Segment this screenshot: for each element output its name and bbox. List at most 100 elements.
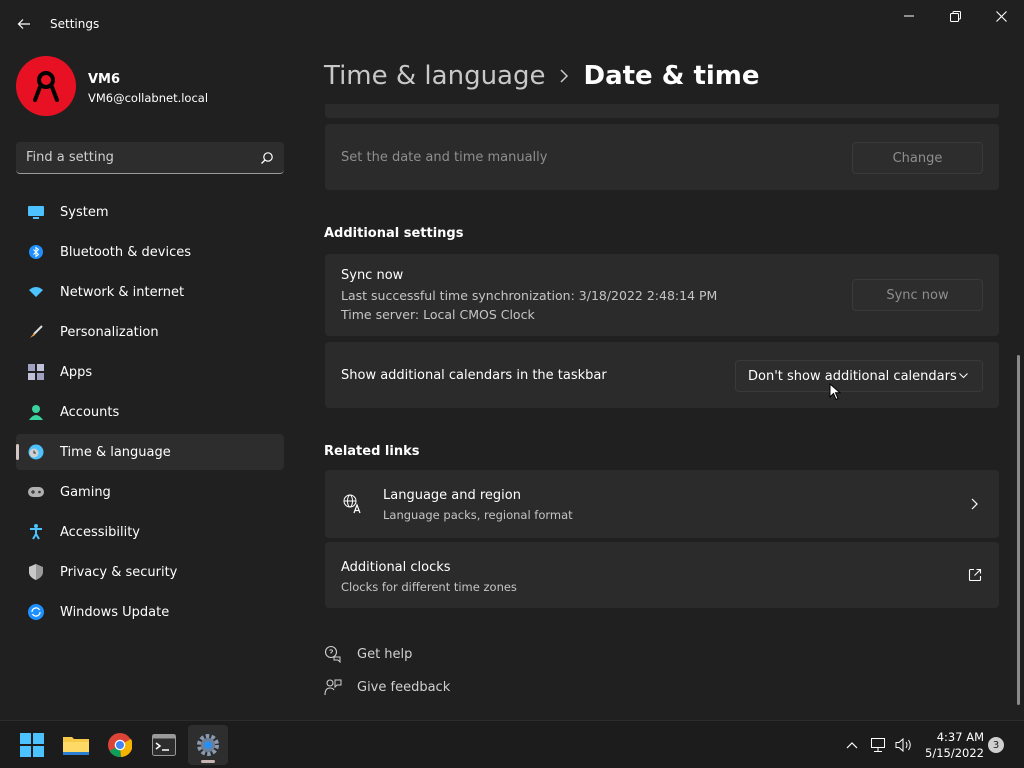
- get-help-label: Get help: [357, 646, 413, 662]
- brush-icon: [28, 324, 44, 340]
- sidebar-item-system[interactable]: System: [16, 194, 284, 230]
- apps-icon: [28, 364, 44, 380]
- terminal-icon: [152, 734, 176, 756]
- sync-now-button[interactable]: Sync now: [852, 279, 983, 311]
- sidebar-item-gaming[interactable]: Gaming: [16, 474, 284, 510]
- sidebar-item-label: Accounts: [60, 404, 120, 420]
- sync-label: Sync now: [341, 268, 404, 283]
- sidebar-item-time-language[interactable]: Time & language: [16, 434, 284, 470]
- scrollbar-thumb[interactable]: [1017, 355, 1020, 705]
- sidebar-item-network[interactable]: Network & internet: [16, 274, 284, 310]
- breadcrumb-parent[interactable]: Time & language: [324, 61, 545, 91]
- minimize-button[interactable]: [886, 2, 932, 30]
- taskbar-terminal[interactable]: [144, 725, 184, 765]
- language-region-link[interactable]: Language and region Language packs, regi…: [325, 470, 999, 538]
- search-box[interactable]: [16, 142, 284, 174]
- profile-email: VM6@collabnet.local: [88, 91, 209, 105]
- last-sync-text: Last successful time synchronization: 3/…: [341, 288, 718, 303]
- mouse-cursor-icon: [829, 383, 841, 401]
- taskbar-chrome[interactable]: [100, 725, 140, 765]
- time-server-text: Time server: Local CMOS Clock: [341, 307, 535, 322]
- wifi-icon: [28, 284, 44, 300]
- taskbar-settings[interactable]: [188, 725, 228, 765]
- language-region-label: Language and region: [383, 488, 521, 503]
- restore-button[interactable]: [932, 2, 978, 30]
- search-icon[interactable]: [260, 151, 274, 165]
- profile-name: VM6: [88, 72, 121, 87]
- taskbar-file-explorer[interactable]: [56, 725, 96, 765]
- language-region-sub: Language packs, regional format: [383, 508, 573, 522]
- give-feedback-link[interactable]: Give feedback: [324, 677, 450, 697]
- calendars-dropdown[interactable]: Don't show additional calendars: [735, 360, 983, 392]
- additional-settings-title: Additional settings: [324, 226, 464, 241]
- app-title: Settings: [50, 17, 100, 31]
- back-arrow-icon: [17, 19, 30, 29]
- title-bar: Settings: [0, 0, 1024, 48]
- calendars-card: Show additional calendars in the taskbar…: [325, 342, 999, 408]
- calendars-label: Show additional calendars in the taskbar: [341, 368, 607, 383]
- sidebar-item-label: Personalization: [60, 324, 159, 340]
- external-link-icon: [968, 568, 982, 582]
- settings-icon: [197, 734, 219, 756]
- help-chat-icon: [324, 645, 341, 663]
- sidebar-item-label: Apps: [60, 364, 93, 380]
- volume-icon: [895, 737, 911, 753]
- windows-start-icon: [20, 733, 44, 757]
- chevron-right-icon: [559, 69, 569, 83]
- taskbar-clock[interactable]: 4:37 AM 5/15/2022: [918, 729, 984, 761]
- related-links-title: Related links: [324, 444, 420, 459]
- sidebar-item-accessibility[interactable]: Accessibility: [16, 514, 284, 550]
- accessibility-icon: [28, 524, 44, 540]
- manual-time-label: Set the date and time manually: [341, 150, 548, 165]
- person-avatar-icon: [33, 71, 59, 102]
- sidebar-item-privacy[interactable]: Privacy & security: [16, 554, 284, 590]
- chevron-down-icon: [959, 373, 968, 379]
- volume-tray-button[interactable]: [894, 735, 914, 755]
- sidebar-item-label: Time & language: [60, 444, 171, 460]
- close-button[interactable]: [978, 2, 1024, 30]
- monitor-icon: [28, 204, 44, 220]
- chevron-right-icon: [971, 498, 978, 510]
- notification-badge[interactable]: 3: [988, 737, 1004, 753]
- manual-time-card: Set the date and time manually Change: [325, 124, 999, 190]
- clock-globe-icon: [28, 444, 44, 460]
- sidebar-item-label: System: [60, 204, 109, 220]
- sidebar-item-label: Privacy & security: [60, 564, 178, 580]
- page-title: Date & time: [583, 61, 760, 91]
- additional-clocks-sub: Clocks for different time zones: [341, 580, 517, 594]
- feedback-icon: [324, 679, 342, 696]
- network-tray-button[interactable]: [869, 735, 889, 755]
- show-hidden-icons-button[interactable]: [842, 735, 862, 755]
- sidebar-item-accounts[interactable]: Accounts: [16, 394, 284, 430]
- avatar[interactable]: [16, 56, 76, 116]
- sidebar-nav: System Bluetooth & devices Network & int…: [16, 194, 284, 634]
- sidebar-item-windows-update[interactable]: Windows Update: [16, 594, 284, 630]
- search-input[interactable]: [26, 150, 260, 165]
- sidebar-item-label: Accessibility: [60, 524, 140, 540]
- sidebar-item-label: Gaming: [60, 484, 111, 500]
- previous-card-edge: [325, 104, 999, 118]
- clock-date: 5/15/2022: [925, 746, 984, 760]
- update-icon: [28, 604, 44, 620]
- get-help-link[interactable]: Get help: [324, 644, 412, 664]
- file-explorer-icon: [63, 737, 89, 755]
- language-icon: [343, 494, 361, 514]
- chrome-icon: [108, 733, 132, 757]
- change-button[interactable]: Change: [852, 142, 983, 174]
- additional-clocks-label: Additional clocks: [341, 560, 451, 575]
- sidebar-item-apps[interactable]: Apps: [16, 354, 284, 390]
- network-icon: [871, 738, 885, 752]
- clock-time: 4:37 AM: [936, 730, 984, 744]
- calendars-dropdown-value: Don't show additional calendars: [748, 368, 957, 384]
- sidebar-item-bluetooth[interactable]: Bluetooth & devices: [16, 234, 284, 270]
- give-feedback-label: Give feedback: [357, 679, 451, 695]
- back-button[interactable]: [10, 10, 38, 38]
- sidebar-item-label: Network & internet: [60, 284, 185, 300]
- start-button[interactable]: [12, 725, 52, 765]
- chevron-up-icon: [846, 741, 858, 748]
- shield-icon: [28, 564, 44, 580]
- taskbar: 4:37 AM 5/15/2022 3: [0, 720, 1024, 768]
- breadcrumb: Time & language Date & time: [324, 56, 760, 96]
- additional-clocks-link[interactable]: Additional clocks Clocks for different t…: [325, 542, 999, 608]
- sidebar-item-personalization[interactable]: Personalization: [16, 314, 284, 350]
